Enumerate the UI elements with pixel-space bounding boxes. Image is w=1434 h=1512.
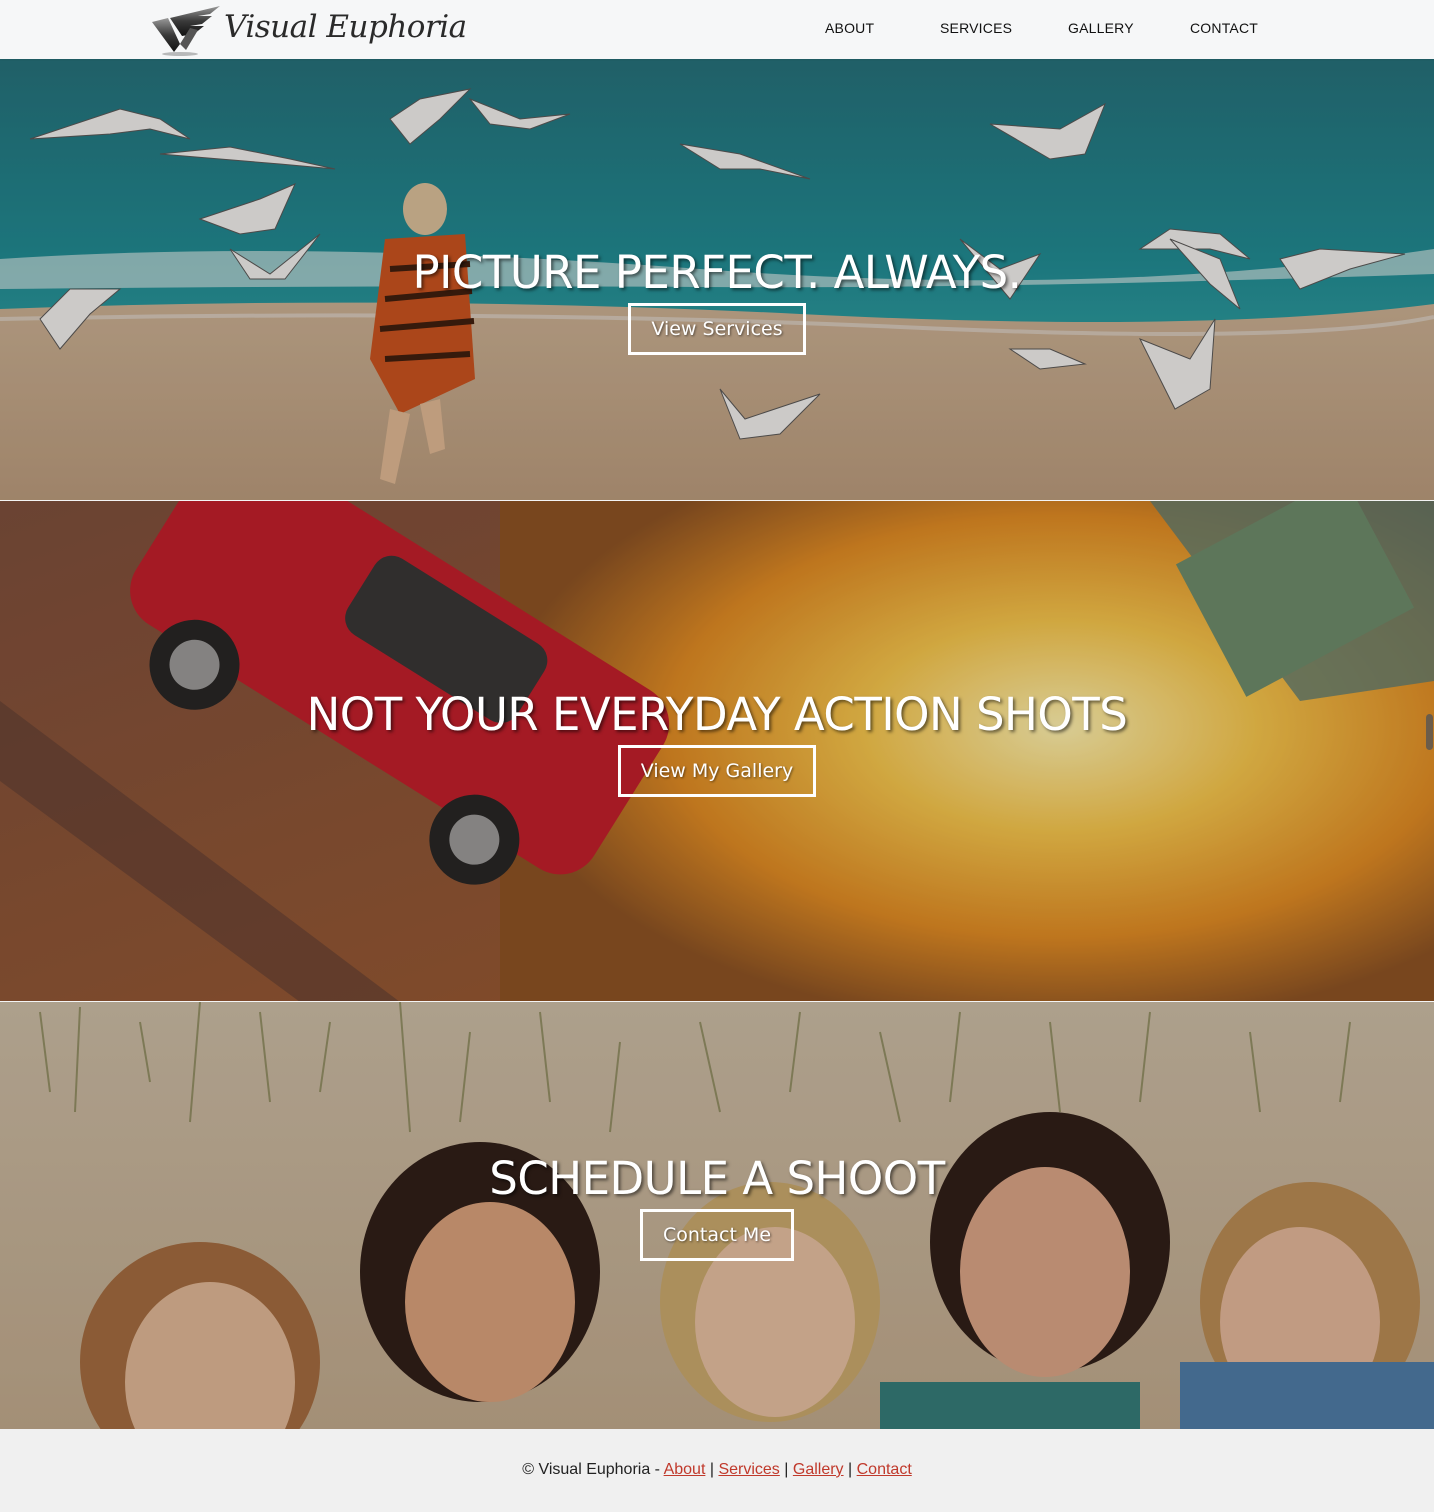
hero-shoot-content: SCHEDULE A SHOOT Contact Me bbox=[0, 1153, 1434, 1261]
hero-action-section: NOT YOUR EVERYDAY ACTION SHOTS View My G… bbox=[0, 500, 1434, 1001]
footer-separator: | bbox=[784, 1461, 789, 1478]
hero-action-heading: NOT YOUR EVERYDAY ACTION SHOTS bbox=[306, 688, 1128, 741]
footer-link-about[interactable]: About bbox=[664, 1461, 706, 1478]
view-my-gallery-button[interactable]: View My Gallery bbox=[617, 745, 817, 797]
hero-beach-heading: PICTURE PERFECT. ALWAYS. bbox=[412, 246, 1023, 299]
site-header: Visual Euphoria ABOUT SERVICES GALLERY C… bbox=[0, 0, 1434, 59]
footer-link-services[interactable]: Services bbox=[718, 1461, 779, 1478]
footer-link-contact[interactable]: Contact bbox=[857, 1461, 912, 1478]
footer-separator: | bbox=[709, 1461, 714, 1478]
site-footer: © Visual Euphoria - About | Services | G… bbox=[0, 1429, 1434, 1512]
view-services-button[interactable]: View Services bbox=[628, 303, 806, 355]
hero-beach-section: PICTURE PERFECT. ALWAYS. View Services bbox=[0, 59, 1434, 500]
hero-shoot-section: SCHEDULE A SHOOT Contact Me bbox=[0, 1001, 1434, 1429]
nav-services[interactable]: SERVICES bbox=[940, 20, 1012, 36]
hero-beach-content: PICTURE PERFECT. ALWAYS. View Services bbox=[0, 247, 1434, 355]
hero-action-content: NOT YOUR EVERYDAY ACTION SHOTS View My G… bbox=[0, 689, 1434, 797]
nav-gallery[interactable]: GALLERY bbox=[1068, 20, 1134, 36]
footer-separator: | bbox=[848, 1461, 853, 1478]
footer-link-gallery[interactable]: Gallery bbox=[793, 1461, 844, 1478]
main-nav: ABOUT SERVICES GALLERY CONTACT bbox=[0, 20, 1434, 40]
nav-about[interactable]: ABOUT bbox=[825, 20, 874, 36]
contact-me-button[interactable]: Contact Me bbox=[639, 1209, 795, 1261]
nav-contact[interactable]: CONTACT bbox=[1190, 20, 1258, 36]
hero-shoot-heading: SCHEDULE A SHOOT bbox=[489, 1152, 945, 1205]
scrollbar-thumb[interactable] bbox=[1426, 714, 1433, 750]
footer-copyright: © Visual Euphoria - bbox=[522, 1461, 661, 1478]
